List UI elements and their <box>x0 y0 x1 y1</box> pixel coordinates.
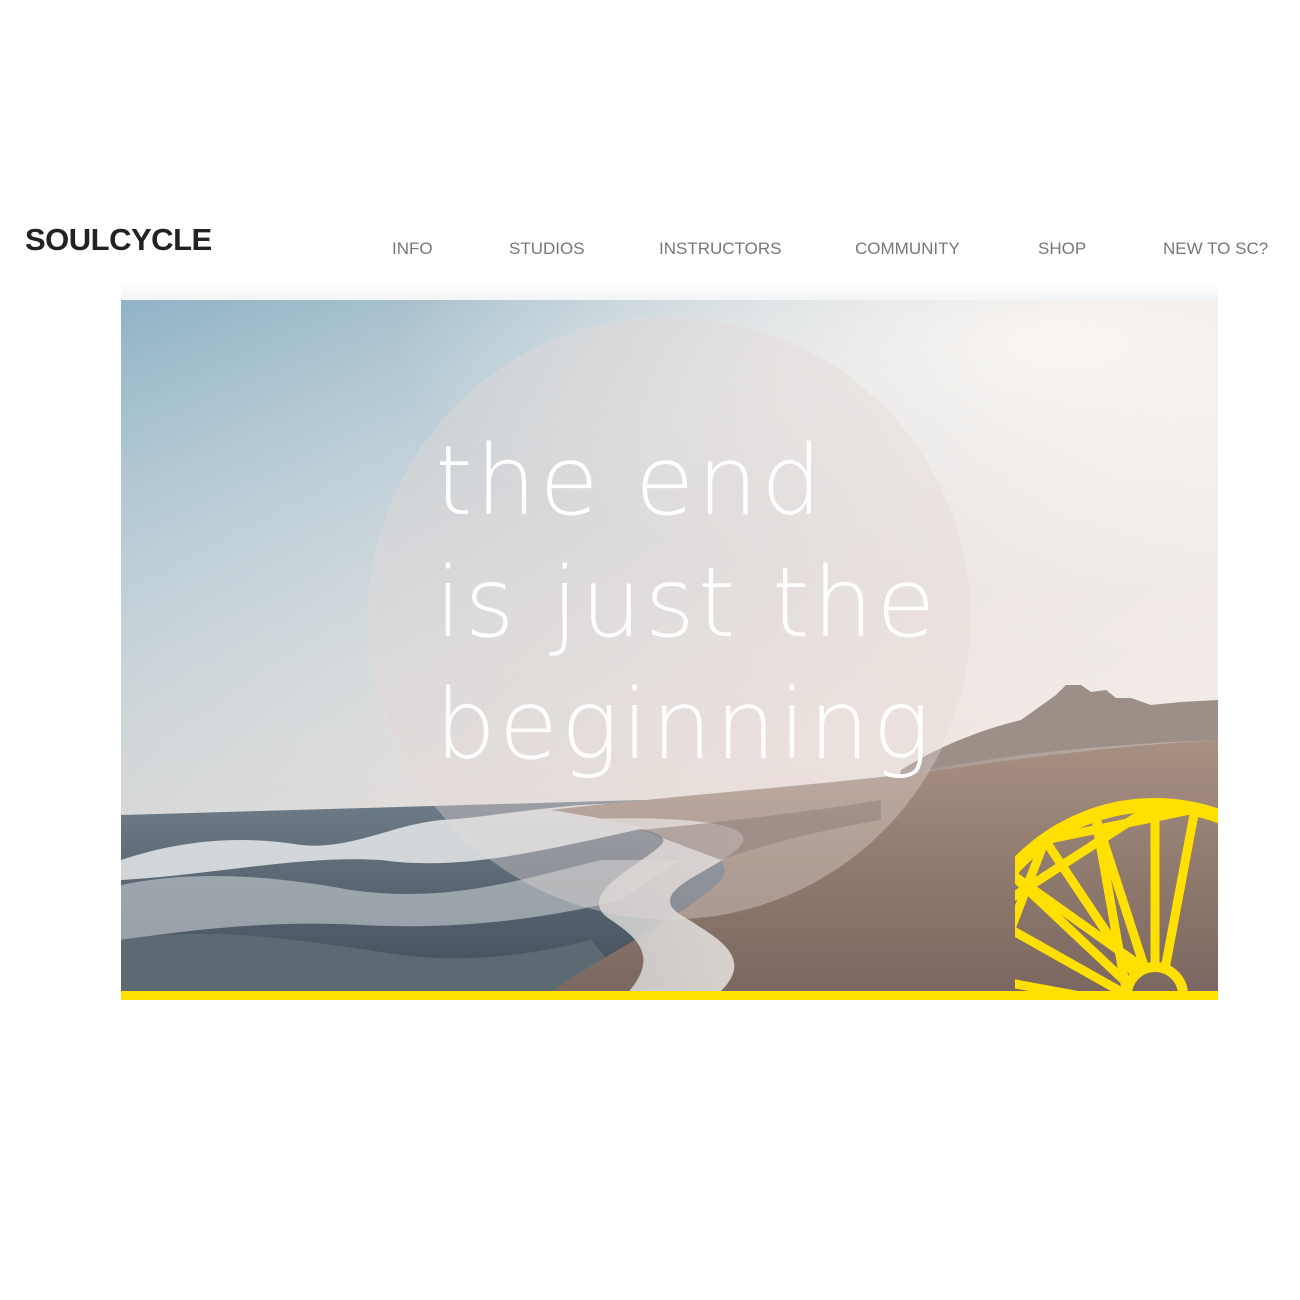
nav-item-shop[interactable]: SHOP <box>1038 238 1086 260</box>
nav-item-studios[interactable]: STUDIOS <box>509 238 585 260</box>
hero-banner[interactable]: the end is just the beginning <box>121 300 1218 1000</box>
tagline-line-1: the end <box>435 425 825 537</box>
hero-top-fade <box>121 280 1218 300</box>
nav-item-community[interactable]: COMMUNITY <box>855 238 960 260</box>
main-nav: INFO STUDIOS INSTRUCTORS COMMUNITY SHOP … <box>0 238 1300 262</box>
tagline-line-2: is just the <box>435 547 939 659</box>
nav-item-new-to-sc[interactable]: NEW TO SC? <box>1163 238 1268 260</box>
hero-tagline: the end is just the beginning <box>435 420 1055 786</box>
tagline-line-3: beginning <box>435 669 934 781</box>
nav-item-instructors[interactable]: INSTRUCTORS <box>659 238 781 260</box>
nav-item-info[interactable]: INFO <box>392 238 433 260</box>
bike-wheel-icon <box>1015 798 1218 1000</box>
